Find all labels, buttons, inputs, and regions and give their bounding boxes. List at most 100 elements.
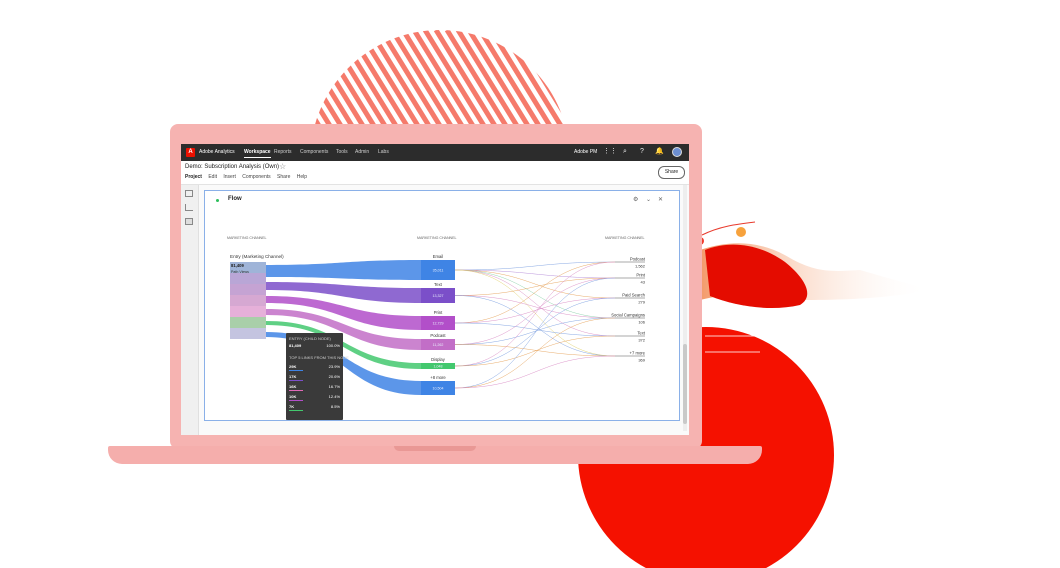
nav-components[interactable]: Components bbox=[300, 149, 328, 155]
column-header-3: MARKETING CHANNEL bbox=[605, 236, 645, 240]
middle-node-label: Text bbox=[434, 282, 443, 287]
tooltip-row-value: 7K bbox=[289, 404, 295, 409]
tooltip-row-pct: 20.6% bbox=[328, 374, 340, 379]
tooltip-total: 81,409 100.0% bbox=[289, 342, 340, 350]
panels-icon[interactable] bbox=[185, 190, 193, 197]
right-node-value: 372 bbox=[638, 338, 645, 343]
apps-grid-icon[interactable]: ⋮⋮ bbox=[603, 148, 617, 156]
nav-reports[interactable]: Reports bbox=[274, 149, 292, 155]
right-node-label[interactable]: Paid Search bbox=[622, 293, 645, 298]
middle-node-value: 11,262 bbox=[433, 343, 444, 347]
tooltip-row-bar bbox=[289, 370, 303, 371]
project-title[interactable]: Demo: Subscription Analysis (Own) bbox=[185, 164, 279, 170]
middle-node-label: Podcast bbox=[430, 333, 446, 338]
flow-link-thin bbox=[454, 269, 616, 337]
tooltip-row-pct: 8.5% bbox=[330, 404, 340, 409]
right-node-label[interactable]: Text bbox=[637, 331, 646, 336]
flow-panel: Flow ⚙ ⌄ ✕ MARKETING CHANNEL MARKETING C… bbox=[204, 190, 680, 421]
middle-node-value: 1,048 bbox=[434, 365, 443, 369]
flow-link-thin bbox=[454, 297, 616, 324]
components-icon[interactable] bbox=[185, 218, 193, 225]
tooltip-row-bar bbox=[289, 400, 303, 401]
middle-node-label: Email bbox=[433, 254, 444, 259]
flow-link-thin bbox=[454, 269, 616, 319]
visualizations-icon[interactable] bbox=[185, 204, 193, 211]
tooltip-total-value: 81,409 bbox=[289, 343, 302, 348]
tooltip-header: ENTRY (CHILD NODE) bbox=[289, 336, 331, 341]
brand-name: Adobe Analytics bbox=[199, 149, 235, 155]
tooltip-row-value: 17K bbox=[289, 374, 297, 379]
flow-link[interactable] bbox=[266, 260, 421, 280]
tooltip-row-bar bbox=[289, 390, 303, 391]
nav-tools[interactable]: Tools bbox=[336, 149, 348, 155]
entry-segment[interactable] bbox=[230, 273, 266, 284]
entry-segment[interactable] bbox=[230, 306, 266, 317]
right-node-value: 279 bbox=[638, 300, 645, 305]
menu-edit[interactable]: Edit bbox=[208, 174, 217, 180]
tooltip-row: 17K 20.6% bbox=[289, 373, 340, 381]
tooltip-row-pct: 23.9% bbox=[328, 364, 340, 369]
org-name[interactable]: Adobe PM bbox=[574, 149, 597, 155]
left-rail bbox=[181, 185, 199, 435]
help-icon[interactable]: ? bbox=[638, 148, 646, 156]
tooltip-row-pct: 16.7% bbox=[328, 384, 340, 389]
bell-icon[interactable]: 🔔 bbox=[655, 148, 664, 156]
menu-project[interactable]: Project bbox=[185, 174, 202, 180]
middle-node-value: 10,504 bbox=[433, 387, 444, 391]
avatar[interactable] bbox=[672, 147, 682, 157]
right-node-label[interactable]: Print bbox=[636, 273, 645, 278]
menu-insert[interactable]: Insert bbox=[223, 174, 236, 180]
entry-segment[interactable] bbox=[230, 317, 266, 328]
share-button[interactable]: Share bbox=[658, 166, 685, 179]
flow-link-thin bbox=[454, 277, 616, 345]
tooltip-row-pct: 12.4% bbox=[328, 394, 340, 399]
flow-link-thin bbox=[454, 295, 616, 357]
tooltip-subheader: TOP 5 LINKS FROM THIS NODE bbox=[289, 355, 349, 360]
nav-admin[interactable]: Admin bbox=[355, 149, 369, 155]
flow-tooltip: ENTRY (CHILD NODE) 81,409 100.0% TOP 5 L… bbox=[286, 333, 349, 420]
right-node-label[interactable]: Social Campaigns bbox=[611, 313, 645, 318]
middle-node-value: 13,327 bbox=[433, 294, 444, 298]
middle-node-label: Display bbox=[431, 357, 446, 362]
tooltip-row-bar bbox=[289, 380, 303, 381]
tooltip-row-value: 16K bbox=[289, 384, 297, 389]
menu-help[interactable]: Help bbox=[297, 174, 307, 180]
flow-link-thin bbox=[454, 261, 616, 271]
flow-link-thin bbox=[454, 344, 616, 357]
right-node-value: 106 bbox=[638, 320, 645, 325]
entry-segment[interactable] bbox=[230, 328, 266, 339]
entry-segment[interactable] bbox=[230, 295, 266, 306]
tooltip-row-bar bbox=[289, 410, 303, 411]
tooltip-row-value: 10K bbox=[289, 394, 297, 399]
app-screen: A Adobe Analytics Workspace Reports Comp… bbox=[181, 144, 689, 435]
right-node-value: 43 bbox=[641, 280, 646, 285]
right-node-value: 369 bbox=[638, 358, 645, 363]
adobe-logo-icon: A bbox=[186, 148, 195, 157]
flow-link-thin bbox=[454, 335, 616, 367]
flow-link-thin bbox=[454, 269, 616, 357]
tooltip-row: 10K 12.4% bbox=[289, 393, 340, 401]
flow-visualization: MARKETING CHANNEL MARKETING CHANNEL MARK… bbox=[227, 236, 646, 395]
flow-link-thin bbox=[454, 277, 616, 296]
middle-node-value: 12,729 bbox=[433, 322, 444, 326]
nav-labs[interactable]: Labs bbox=[378, 149, 389, 155]
search-icon[interactable]: ⌕ bbox=[621, 148, 629, 156]
entry-label: Entry (Marketing Channel) bbox=[230, 254, 284, 259]
top-navigation-bar: A Adobe Analytics Workspace Reports Comp… bbox=[181, 144, 689, 161]
tooltip-total-pct: 100.0% bbox=[326, 343, 340, 348]
middle-node-label: Print bbox=[434, 310, 443, 315]
right-node-label[interactable]: Podcast bbox=[630, 257, 646, 262]
right-node-label[interactable]: +7 more bbox=[630, 351, 646, 356]
tooltip-row: 16K 16.7% bbox=[289, 383, 340, 391]
project-bar: Demo: Subscription Analysis (Own) ☆ Proj… bbox=[181, 161, 689, 185]
menu-components[interactable]: Components bbox=[242, 174, 270, 180]
menu-share[interactable]: Share bbox=[277, 174, 290, 180]
flow-link-thin bbox=[454, 277, 616, 389]
entry-segment[interactable] bbox=[230, 284, 266, 295]
tooltip-row-value: 29K bbox=[289, 364, 297, 369]
nav-workspace[interactable]: Workspace bbox=[244, 149, 271, 158]
entry-value: 81,409 bbox=[231, 263, 244, 268]
scrollbar-thumb[interactable] bbox=[683, 344, 687, 424]
star-icon[interactable]: ☆ bbox=[279, 162, 286, 171]
laptop-base bbox=[108, 446, 762, 464]
